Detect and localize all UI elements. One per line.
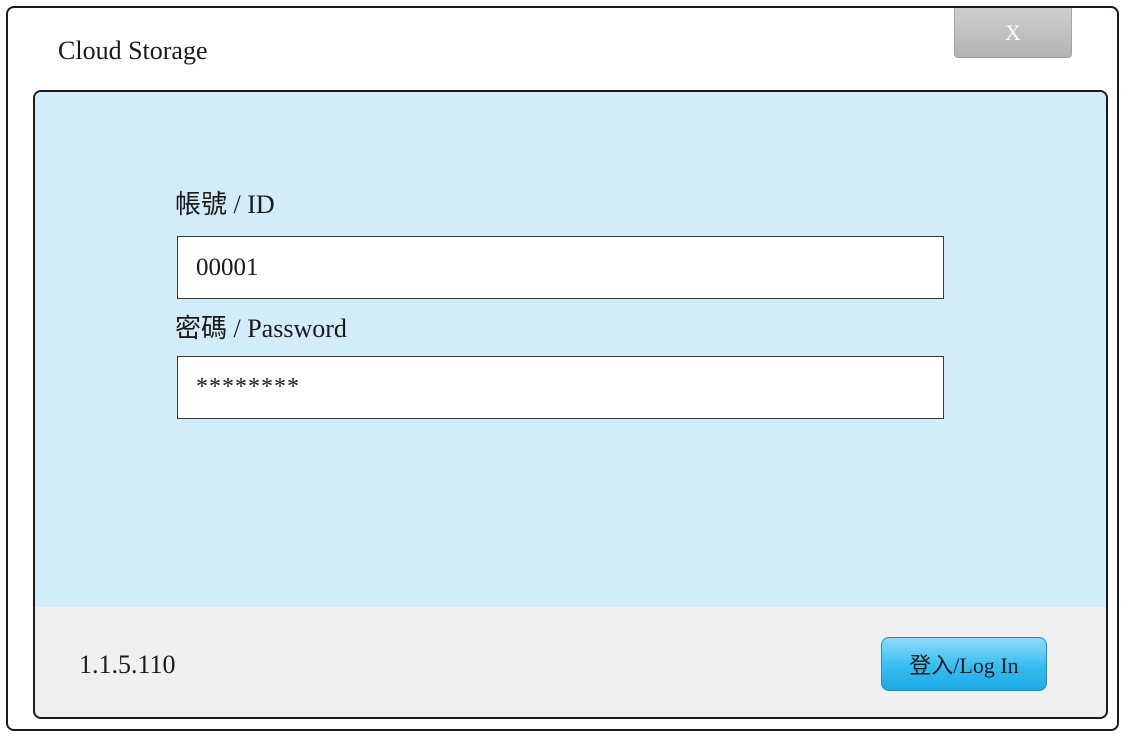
password-input[interactable] bbox=[177, 356, 944, 419]
login-panel: 帳號 / ID 密碼 / Password 1.1.5.110 登入/Log I… bbox=[33, 90, 1108, 719]
login-form: 帳號 / ID 密碼 / Password bbox=[35, 92, 1106, 607]
window-title: Cloud Storage bbox=[58, 36, 208, 65]
id-input[interactable] bbox=[177, 236, 944, 299]
login-button[interactable]: 登入/Log In bbox=[881, 637, 1047, 691]
login-window: Cloud Storage X 帳號 / ID 密碼 / Password 1.… bbox=[6, 6, 1119, 731]
password-label: 密碼 / Password bbox=[175, 314, 347, 343]
close-button[interactable]: X bbox=[954, 8, 1072, 58]
version-text: 1.1.5.110 bbox=[79, 650, 176, 679]
id-label: 帳號 / ID bbox=[175, 190, 275, 219]
